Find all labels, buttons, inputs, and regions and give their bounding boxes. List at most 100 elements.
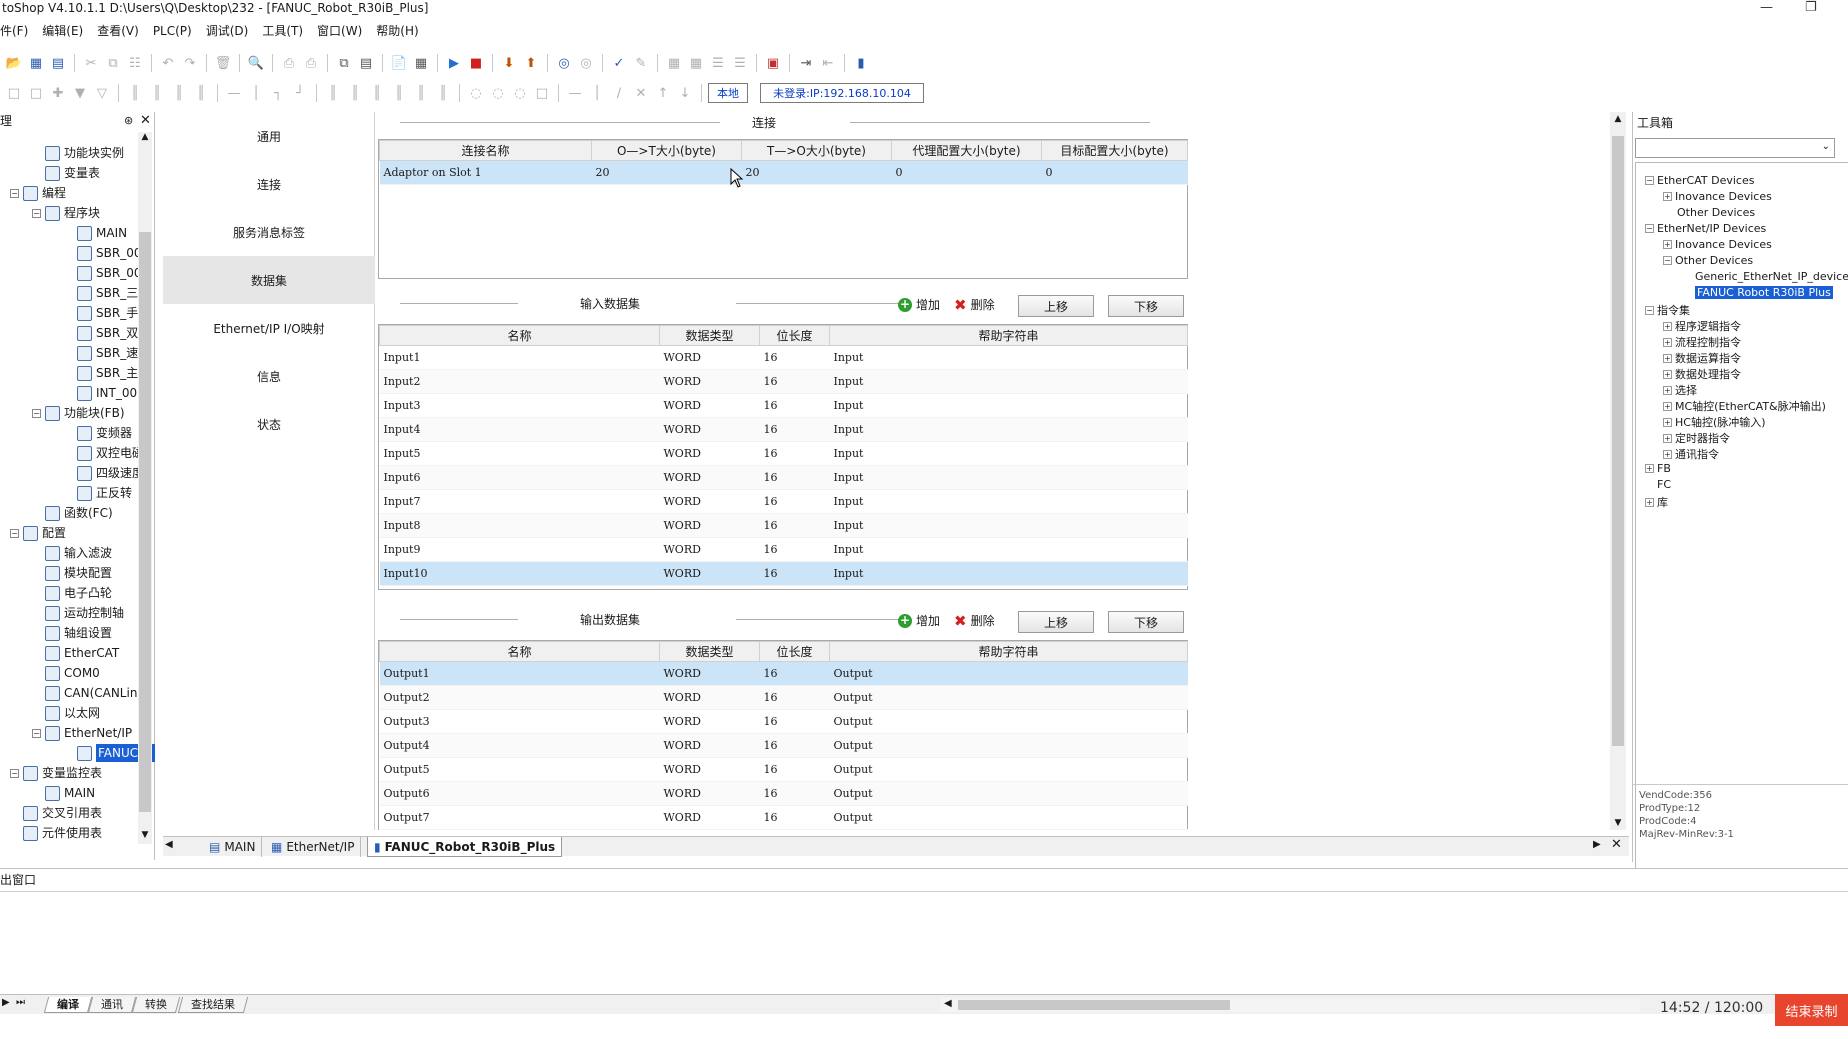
logout-icon[interactable]: ⇤ <box>818 53 838 73</box>
scroll-up-icon[interactable]: ▲ <box>1610 114 1626 124</box>
menu-edit[interactable]: 编辑(E) <box>42 22 83 40</box>
tree-item[interactable]: − EtherNet/IP <box>32 724 132 742</box>
search-icon[interactable]: 🔍 <box>246 53 266 73</box>
project-tree-scrollbar[interactable]: ▲ ▼ <box>138 132 152 844</box>
branch-down-2-icon[interactable]: ▽ <box>92 83 112 103</box>
tree-item[interactable]: − 编程 <box>10 184 66 202</box>
upload-icon[interactable]: ⬆ <box>521 53 541 73</box>
tree-item[interactable]: EtherCAT <box>32 644 119 662</box>
box-icon[interactable]: □ <box>532 83 552 103</box>
plc-icon[interactable]: ▣ <box>763 53 783 73</box>
edit-icon[interactable]: ✎ <box>631 53 651 73</box>
table-row[interactable]: Output7 WORD 16 Output <box>379 805 1188 830</box>
scroll-down-icon[interactable]: ▼ <box>1610 818 1626 828</box>
nc-contact-icon[interactable]: ║ <box>345 83 365 103</box>
no-contact-icon[interactable]: ║ <box>323 83 343 103</box>
local-button[interactable]: 本地 <box>708 83 748 103</box>
collapse-icon[interactable]: + <box>1663 240 1672 249</box>
input-add-button[interactable]: + 增加 <box>898 296 940 313</box>
menu-help[interactable]: 帮助(H) <box>376 22 418 40</box>
toolbox-item[interactable]: + MC轴控(EtherCAT&脉冲输出) <box>1663 398 1826 414</box>
tab-main[interactable]: ▤ MAIN <box>203 837 263 857</box>
network-2-icon[interactable]: ▦ <box>686 53 706 73</box>
output-add-button[interactable]: + 增加 <box>898 612 940 629</box>
toolbox-item[interactable]: − Other Devices <box>1663 254 1753 267</box>
tree-item[interactable]: 以太网 <box>32 704 100 722</box>
toolbox-item[interactable]: + 流程控制指令 <box>1663 334 1741 350</box>
nav-general[interactable]: 通用 <box>163 112 375 160</box>
column-header[interactable]: 位长度 <box>759 325 830 346</box>
input-move-up-button[interactable]: 上移 <box>1018 295 1094 317</box>
collapse-icon[interactable]: − <box>1663 256 1672 265</box>
close-panel-icon[interactable]: ✕ <box>140 112 151 130</box>
cross-icon[interactable]: ✕ <box>631 83 651 103</box>
nav-datasets[interactable]: 数据集 <box>163 256 375 304</box>
toolbox-item[interactable]: + 数据处理指令 <box>1663 366 1741 382</box>
print-icon[interactable]: ⎙ <box>279 53 299 73</box>
save-icon[interactable]: ▦ <box>26 53 46 73</box>
tree-item[interactable]: 四级速度 <box>64 464 144 482</box>
collapse-icon[interactable]: − <box>10 768 19 778</box>
tree-item[interactable]: 运动控制轴 <box>32 604 124 622</box>
column-header[interactable]: 数据类型 <box>659 325 760 346</box>
toolbox-item[interactable]: + 定时器指令 <box>1663 430 1730 446</box>
tree-item[interactable]: 函数(FC) <box>32 504 113 522</box>
collapse-icon[interactable]: − <box>32 208 41 218</box>
reset-coil-icon[interactable]: ◌ <box>510 83 530 103</box>
hline-icon[interactable]: — <box>565 83 585 103</box>
column-header[interactable]: 连接名称 <box>379 140 592 161</box>
tree-item[interactable]: − 程序块 <box>32 204 100 222</box>
column-header[interactable]: T—>O大小(byte) <box>741 140 892 161</box>
contact-2-icon[interactable]: ║ <box>147 83 167 103</box>
tree-item[interactable]: 输入滤波 <box>32 544 112 562</box>
toolbox-item[interactable]: + Inovance Devices <box>1663 238 1772 251</box>
column-header[interactable]: 帮助字符串 <box>829 325 1188 346</box>
nav-status[interactable]: 状态 <box>163 400 375 448</box>
compile-icon[interactable]: ✓ <box>609 53 629 73</box>
table-row[interactable]: Input9 WORD 16 Input <box>379 537 1188 562</box>
tree-item[interactable]: 电子凸轮 <box>32 584 112 602</box>
first-page-icon[interactable]: ▶ <box>2 997 10 1008</box>
save-all-icon[interactable]: ▤ <box>48 53 68 73</box>
column-header[interactable]: 目标配置大小(byte) <box>1041 140 1188 161</box>
corner-2-icon[interactable]: ┘ <box>290 83 310 103</box>
login-status-field[interactable]: 未登录:IP:192.168.10.104 <box>760 83 924 103</box>
download-icon[interactable]: ⬇ <box>499 53 519 73</box>
column-header[interactable]: 帮助字符串 <box>829 641 1188 662</box>
minimize-icon[interactable]: — <box>1760 0 1773 16</box>
menu-window[interactable]: 窗口(W) <box>317 22 362 40</box>
scroll-up-icon[interactable]: ▲ <box>138 132 152 146</box>
pin-icon[interactable]: ⊛ <box>124 112 133 130</box>
panel-icon[interactable]: ▮ <box>851 53 871 73</box>
table-row[interactable]: Output6 WORD 16 Output <box>379 781 1188 806</box>
p-contact-icon[interactable]: ║ <box>367 83 387 103</box>
document-icon[interactable]: 📄 <box>389 53 409 73</box>
toolbox-item[interactable]: FANUC Robot R30iB Plus <box>1695 286 1833 299</box>
expand-icon[interactable]: + <box>1645 464 1654 473</box>
output-tab-compile[interactable]: 编译 <box>43 997 93 1013</box>
set-coil-icon[interactable]: ◌ <box>488 83 508 103</box>
toolbox-item[interactable]: − 指令集 <box>1645 302 1690 318</box>
output-delete-button[interactable]: ✖ 删除 <box>954 612 995 629</box>
toolbox-item[interactable]: + 选择 <box>1663 382 1697 398</box>
expand-icon[interactable]: − <box>1645 305 1654 315</box>
contact-icon[interactable]: ║ <box>125 83 145 103</box>
menu-file[interactable]: 件(F) <box>0 22 28 40</box>
copy-icon[interactable]: ⧉ <box>103 53 123 73</box>
expand-icon[interactable]: + <box>1663 433 1672 443</box>
column-header[interactable]: 名称 <box>379 641 660 662</box>
cut-icon[interactable]: ✂ <box>81 53 101 73</box>
expand-icon[interactable]: + <box>1663 449 1672 459</box>
grid-icon[interactable]: ▦ <box>411 53 431 73</box>
tree-item[interactable]: 变频器 <box>64 424 132 442</box>
expand-icon[interactable]: + <box>1663 321 1672 331</box>
menu-view[interactable]: 查看(V) <box>97 22 139 40</box>
toolbox-item[interactable]: + 通讯指令 <box>1663 446 1719 462</box>
contact-3-icon[interactable]: ║ <box>169 83 189 103</box>
scroll-down-icon[interactable]: ▼ <box>138 830 152 844</box>
tree-item[interactable]: − 变量监控表 <box>10 764 102 782</box>
delete-icon[interactable]: 🗑 <box>213 53 233 73</box>
main-scrollbar[interactable]: ▲ ▼ <box>1610 112 1626 830</box>
table-row[interactable]: Output5 WORD 16 Output <box>379 757 1188 782</box>
menu-plc[interactable]: PLC(P) <box>153 22 192 40</box>
